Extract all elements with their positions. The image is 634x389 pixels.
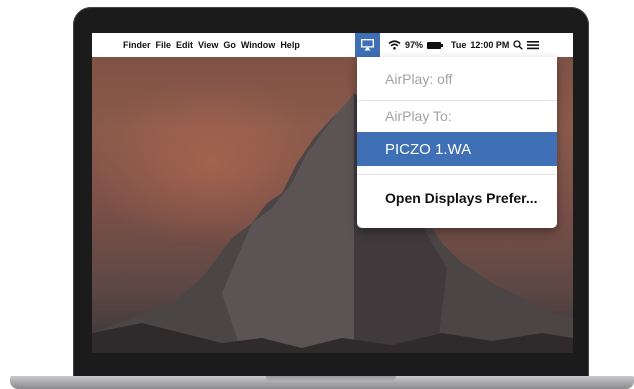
airplay-device-item[interactable]: PICZO 1.WA	[357, 132, 557, 166]
battery-icon[interactable]	[427, 41, 444, 49]
menu-bar: Finder File Edit View Go Window Help 97%…	[92, 33, 573, 57]
airplay-to-header: AirPlay To:	[385, 108, 452, 124]
menu-file[interactable]: File	[156, 40, 172, 50]
airplay-icon	[361, 39, 374, 51]
status-items: 97% Tue 12:00 PM	[388, 33, 540, 57]
battery-percent: 97%	[405, 40, 424, 50]
menu-help[interactable]: Help	[280, 40, 300, 50]
notification-center-icon[interactable]	[527, 40, 540, 50]
airplay-status-item: AirPlay: off	[385, 71, 453, 87]
menu-edit[interactable]: Edit	[176, 40, 193, 50]
wifi-icon[interactable]	[388, 40, 401, 50]
airplay-dropdown-menu: AirPlay: off AirPlay To: PICZO 1.WA Open…	[357, 57, 557, 228]
app-menus: Finder File Edit View Go Window Help	[123, 33, 300, 57]
menu-finder[interactable]: Finder	[123, 40, 151, 50]
spotlight-search-icon[interactable]	[513, 40, 524, 50]
menu-go[interactable]: Go	[223, 40, 236, 50]
menu-separator	[357, 100, 557, 101]
open-displays-preferences-item[interactable]: Open Displays Prefer...	[357, 183, 557, 213]
menu-separator	[357, 174, 557, 175]
laptop-hinge-notch	[266, 376, 396, 382]
menu-view[interactable]: View	[198, 40, 218, 50]
menu-window[interactable]: Window	[241, 40, 275, 50]
clock-day[interactable]: Tue	[451, 40, 466, 50]
clock-time[interactable]: 12:00 PM	[470, 40, 509, 50]
airplay-menu-button[interactable]	[355, 33, 380, 57]
